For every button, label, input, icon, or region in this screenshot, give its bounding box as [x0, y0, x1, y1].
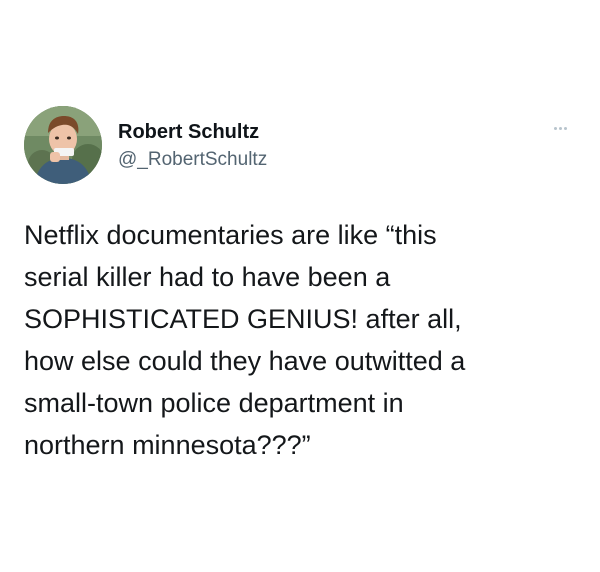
more-options-button[interactable]: [548, 120, 572, 136]
tweet-text-line: northern minnesota???”: [24, 430, 311, 460]
tweet-text-line: SOPHISTICATED GENIUS! after all,: [24, 304, 462, 334]
avatar[interactable]: [24, 106, 102, 184]
tweet-text-line: serial killer had to have been a: [24, 262, 391, 292]
tweet-text: Netflix documentaries are like “this ser…: [24, 214, 576, 466]
profile-photo-icon: [24, 106, 102, 184]
tweet-text-line: Netflix documentaries are like “this: [24, 220, 437, 250]
more-options-icon: [558, 126, 562, 130]
tweet-text-line: how else could they have outwitted a: [24, 346, 466, 376]
tweet-card: Robert Schultz @_RobertSchultz Netflix d…: [0, 0, 600, 572]
more-options-icon: [563, 126, 567, 130]
handle[interactable]: @_RobertSchultz: [118, 148, 267, 172]
display-name[interactable]: Robert Schultz: [118, 120, 267, 144]
more-options-icon: [553, 126, 557, 130]
tweet-text-line: small-town police department in: [24, 388, 404, 418]
author-info: Robert Schultz @_RobertSchultz: [118, 120, 267, 172]
